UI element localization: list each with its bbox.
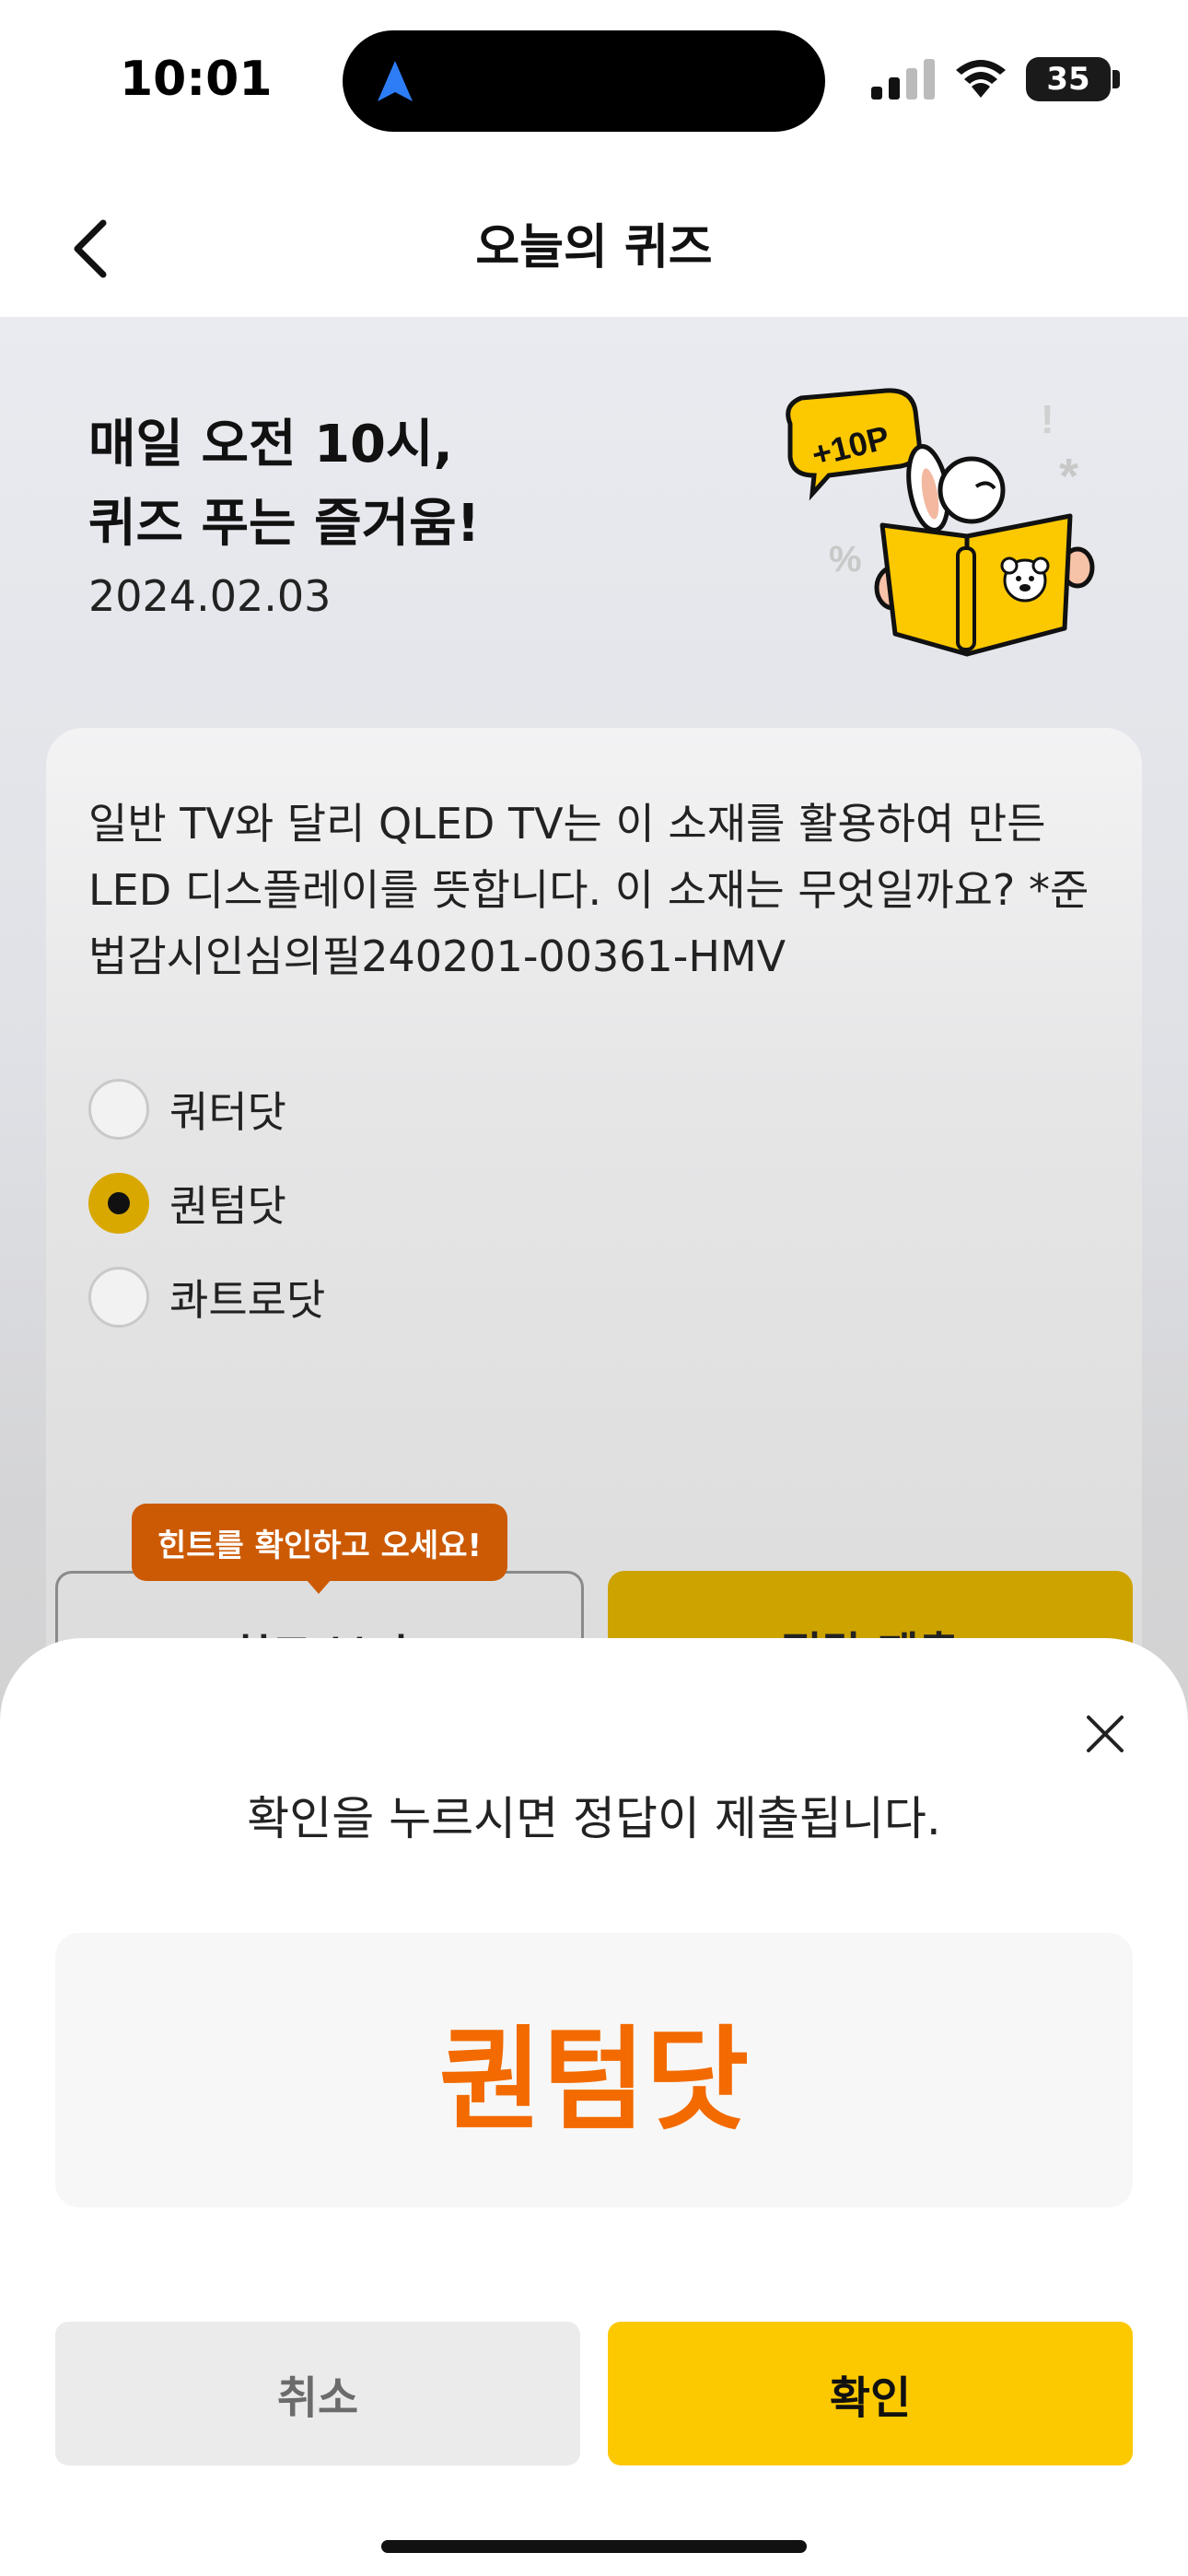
option-quarter-dot[interactable]: 쿼터닷 (88, 1072, 286, 1146)
radio-unselected[interactable] (88, 1267, 149, 1328)
rabbit-reading-illustration: ! * % +10P (786, 388, 1095, 657)
battery-cap (1112, 70, 1120, 88)
svg-text:%: % (829, 539, 862, 580)
cancel-button[interactable]: 취소 (55, 2322, 580, 2465)
status-time: 10:01 (120, 52, 273, 107)
svg-text:!: ! (1041, 397, 1054, 442)
option-label: 콰트로닷 (169, 1275, 326, 1325)
page-title: 오늘의 퀴즈 (475, 220, 713, 275)
option-label: 퀀텀닷 (169, 1181, 286, 1231)
option-label: 쿼터닷 (169, 1087, 286, 1137)
selected-answer: 퀀텀닷 (438, 2014, 750, 2146)
points-badge-icon: +10P (786, 388, 922, 501)
option-quattro-dot[interactable]: 콰트로닷 (88, 1260, 325, 1334)
hint-tooltip: 힌트를 확인하고 오세요! (132, 1504, 507, 1581)
quiz-question: 일반 TV와 달리 QLED TV는 이 소재를 활용하여 만든 LED 디스플… (88, 799, 1089, 981)
close-icon[interactable] (1076, 1704, 1135, 1763)
signal-icon (871, 59, 935, 100)
wifi-icon (956, 60, 1006, 98)
confirm-message: 확인을 누르시면 정답이 제출됩니다. (247, 1792, 941, 1845)
radio-unselected[interactable] (88, 1079, 149, 1140)
location-arrow-icon (378, 61, 413, 101)
option-quantum-dot[interactable]: 퀀텀닷 (88, 1166, 286, 1240)
home-indicator[interactable] (381, 2540, 807, 2553)
hint-tooltip-arrow (306, 1579, 332, 1594)
hero-headline-line2: 퀴즈 푸는 즐거움! (88, 494, 481, 554)
hero-headline-line1: 매일 오전 10시, (88, 415, 453, 474)
confirm-button[interactable]: 확인 (608, 2322, 1133, 2465)
svg-text:*: * (1059, 449, 1078, 504)
hero-headline: 매일 오전 10시, 퀴즈 푸는 즐거움! (88, 405, 480, 564)
battery-level: 35 (1046, 61, 1090, 98)
radio-selected[interactable] (88, 1173, 149, 1234)
quiz-date: 2024.02.03 (88, 571, 332, 621)
